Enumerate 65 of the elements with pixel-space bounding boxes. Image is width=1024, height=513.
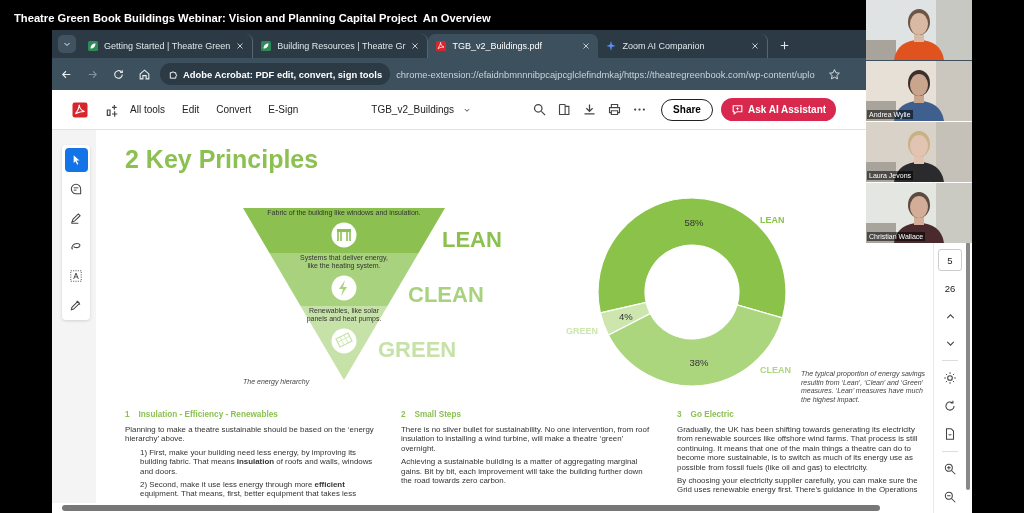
acrobat-logo-icon (71, 100, 89, 119)
download-icon[interactable] (582, 102, 598, 117)
page-count: 26 (944, 283, 956, 294)
section-number: 2 (401, 410, 406, 419)
tab-title: TGB_v2_Buildings.pdf (452, 41, 544, 51)
close-icon[interactable] (235, 41, 246, 51)
text-select-icon (69, 269, 83, 283)
section-number: 1 (125, 410, 130, 419)
home-icon[interactable] (138, 67, 151, 81)
section-number: 3 (677, 410, 682, 419)
category-label: CLEAN (760, 365, 791, 375)
site-favicon-icon (87, 40, 99, 52)
ai-chat-icon (730, 103, 744, 116)
value-label: 38% (689, 357, 709, 369)
value-label: 4% (618, 311, 633, 323)
search-icon[interactable] (532, 102, 548, 117)
meeting-title: Theatre Green Book Buildings Webinar: Vision and Planning Capital Project An Overview (13, 11, 492, 26)
category-label: LEAN (760, 215, 785, 225)
lightning-icon (331, 275, 357, 301)
menu-item[interactable]: Edit (182, 104, 200, 115)
rotate-icon[interactable] (943, 399, 957, 413)
menu-item[interactable]: All tools (130, 104, 165, 115)
bookmark-star-icon[interactable] (827, 67, 841, 81)
reload-icon[interactable] (112, 67, 125, 81)
tab-search-button[interactable] (58, 35, 76, 53)
comment-icon (69, 182, 83, 196)
share-button[interactable]: Share (661, 98, 713, 121)
level-label: GREEN (378, 337, 457, 362)
document-name-dropdown[interactable]: TGB_v2_Buildings (371, 104, 473, 115)
sign-icon (69, 298, 83, 312)
select-tool-button[interactable] (64, 148, 88, 172)
vertical-scrollbar[interactable] (966, 242, 970, 490)
draw-icon (69, 211, 83, 225)
menu-item[interactable]: Convert (216, 104, 252, 115)
section-title: Small Steps (414, 410, 461, 419)
ask-ai-button[interactable]: Ask AI Assistant (720, 98, 837, 121)
tab-title: Zoom AI Companion (622, 41, 706, 51)
section-title: Insulation - Efficiency - Renewables (138, 410, 278, 419)
url-text[interactable]: chrome-extension://efaidnbmnnnibpcajpcglclefindmkaj/https://theatregreenbook.com/wp-content/uplo (396, 68, 815, 80)
section-title: Go Electric (690, 410, 734, 419)
site-favicon-icon (260, 40, 273, 52)
site-info-chip[interactable]: Adobe Acrobat: PDF edit, convert, sign tools (160, 63, 391, 85)
level-label: LEAN (442, 227, 502, 252)
level-label: CLEAN (408, 282, 484, 307)
pdf-icon (435, 40, 448, 52)
horizontal-scrollbar[interactable] (62, 505, 880, 511)
zoom-out-icon[interactable] (943, 490, 957, 504)
sun-icon[interactable] (943, 371, 957, 385)
close-icon[interactable] (410, 41, 421, 51)
menu-item[interactable]: E-Sign (268, 104, 299, 115)
value-label: 58% (684, 216, 704, 228)
browser-tab[interactable]: TGB_v2_Buildings.pdf (428, 34, 599, 58)
window-icon (331, 222, 357, 248)
close-icon[interactable] (750, 41, 761, 51)
solar-panel-icon (331, 328, 357, 354)
pages-icon[interactable] (557, 102, 573, 117)
tab-title: Getting Started | Theatre Green (104, 41, 231, 51)
page-number-field[interactable]: 5 (938, 249, 962, 271)
close-icon[interactable] (581, 41, 592, 51)
tab-title: Building Resources | Theatre Gr (277, 41, 406, 51)
file-icon[interactable] (943, 427, 957, 441)
zoom-in-icon[interactable] (943, 462, 957, 476)
page-heading: 2 Key Principles (125, 144, 320, 174)
category-label: GREEN (566, 326, 598, 336)
printer-icon[interactable] (607, 102, 623, 117)
